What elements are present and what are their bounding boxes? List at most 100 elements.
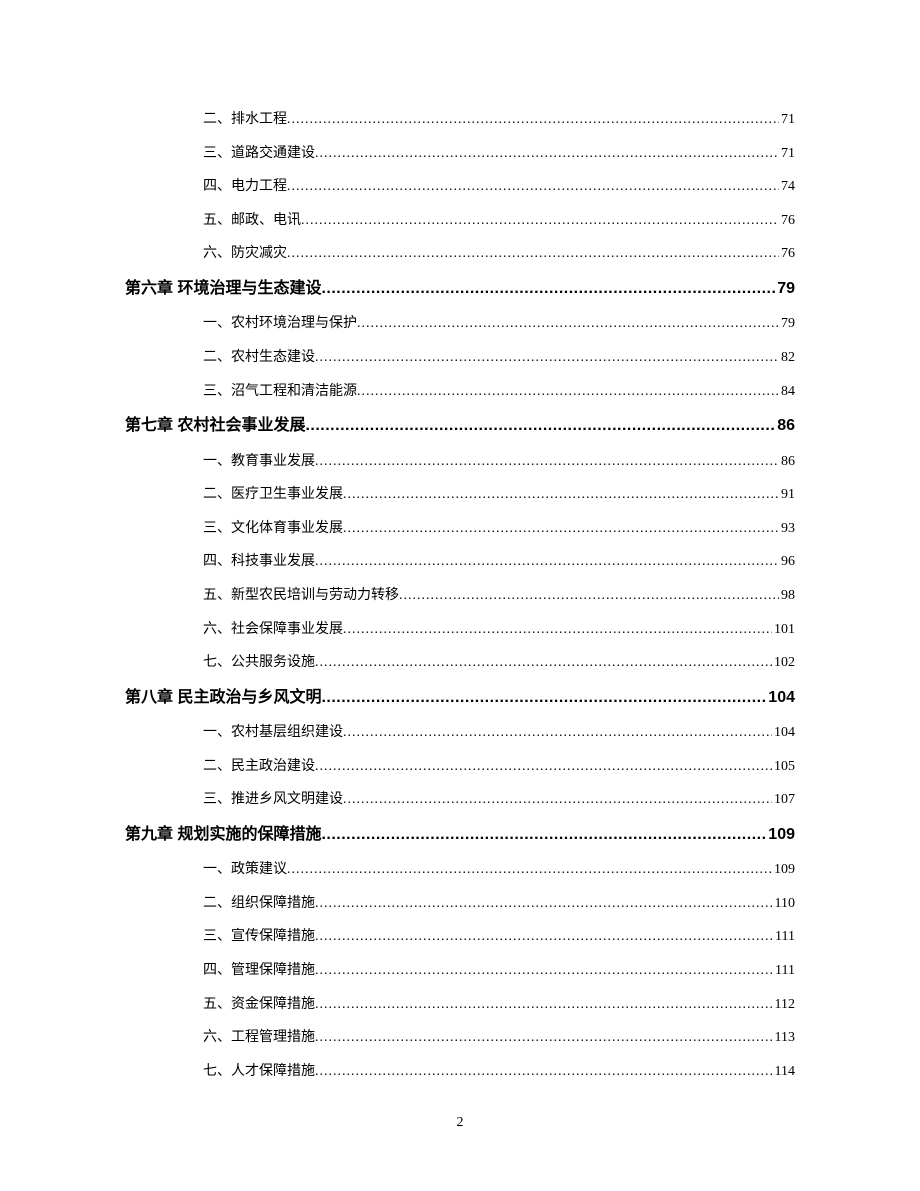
toc-sub-entry: 三、推进乡风文明建设 107 xyxy=(125,790,795,810)
toc-entry-label: 一、教育事业发展 xyxy=(203,452,315,472)
toc-entry-label: 二、组织保障措施 xyxy=(203,894,315,914)
toc-leader-dots xyxy=(315,552,779,572)
toc-entry-label: 六、工程管理措施 xyxy=(203,1028,315,1048)
toc-chapter-entry: 第七章 农村社会事业发展 86 xyxy=(125,415,795,437)
toc-entry-page: 79 xyxy=(775,278,795,300)
toc-sub-entry: 三、道路交通建设 71 xyxy=(125,144,795,164)
toc-entry-page: 111 xyxy=(773,961,795,981)
toc-leader-dots xyxy=(315,894,773,914)
toc-sub-entry: 一、农村环境治理与保护 79 xyxy=(125,314,795,334)
toc-entry-page: 111 xyxy=(773,927,795,947)
toc-entry-page: 71 xyxy=(779,144,795,164)
toc-entry-page: 96 xyxy=(779,552,795,572)
toc-entry-label: 三、宣传保障措施 xyxy=(203,927,315,947)
toc-entry-page: 110 xyxy=(773,894,795,914)
toc-entry-label: 六、社会保障事业发展 xyxy=(203,620,343,640)
toc-entry-page: 76 xyxy=(779,244,795,264)
toc-leader-dots xyxy=(321,278,775,300)
toc-leader-dots xyxy=(399,586,779,606)
toc-chapter-entry: 第六章 环境治理与生态建设 79 xyxy=(125,278,795,300)
toc-sub-entry: 二、医疗卫生事业发展 91 xyxy=(125,485,795,505)
toc-entry-label: 二、排水工程 xyxy=(203,110,287,130)
toc-entry-label: 三、道路交通建设 xyxy=(203,144,315,164)
toc-sub-entry: 四、科技事业发展 96 xyxy=(125,552,795,572)
toc-leader-dots xyxy=(315,961,773,981)
toc-entry-page: 109 xyxy=(772,860,795,880)
toc-entry-page: 113 xyxy=(773,1028,795,1048)
toc-entry-label: 三、文化体育事业发展 xyxy=(203,519,343,539)
toc-sub-entry: 五、新型农民培训与劳动力转移 98 xyxy=(125,586,795,606)
toc-leader-dots xyxy=(343,519,779,539)
toc-entry-page: 71 xyxy=(779,110,795,130)
toc-entry-page: 84 xyxy=(779,382,795,402)
toc-sub-entry: 一、政策建议 109 xyxy=(125,860,795,880)
toc-leader-dots xyxy=(357,382,779,402)
toc-entry-label: 五、新型农民培训与劳动力转移 xyxy=(203,586,399,606)
toc-entry-page: 104 xyxy=(766,687,795,709)
toc-entry-label: 一、政策建议 xyxy=(203,860,287,880)
page-number: 2 xyxy=(0,1115,920,1131)
toc-leader-dots xyxy=(315,1028,773,1048)
toc-sub-entry: 六、防灾减灾 76 xyxy=(125,244,795,264)
toc-entry-label: 七、公共服务设施 xyxy=(203,653,315,673)
toc-entry-label: 三、推进乡风文明建设 xyxy=(203,790,343,810)
toc-sub-entry: 六、社会保障事业发展 101 xyxy=(125,620,795,640)
toc-entry-page: 114 xyxy=(773,1062,795,1082)
toc-entry-page: 76 xyxy=(779,211,795,231)
toc-leader-dots xyxy=(321,687,766,709)
toc-leader-dots xyxy=(315,927,773,947)
toc-sub-entry: 四、管理保障措施 111 xyxy=(125,961,795,981)
toc-entry-label: 第九章 规划实施的保障措施 xyxy=(125,824,321,846)
toc-sub-entry: 二、农村生态建设82 xyxy=(125,348,795,368)
toc-entry-page: 104 xyxy=(772,723,795,743)
toc-sub-entry: 一、农村基层组织建设 104 xyxy=(125,723,795,743)
toc-entry-label: 第六章 环境治理与生态建设 xyxy=(125,278,321,300)
toc-sub-entry: 七、人才保障措施 114 xyxy=(125,1062,795,1082)
toc-sub-entry: 三、沼气工程和清洁能源 84 xyxy=(125,382,795,402)
toc-leader-dots xyxy=(315,452,779,472)
toc-entry-label: 一、农村环境治理与保护 xyxy=(203,314,357,334)
toc-entry-page: 82 xyxy=(779,348,795,368)
toc-sub-entry: 二、组织保障措施 110 xyxy=(125,894,795,914)
toc-entry-label: 二、医疗卫生事业发展 xyxy=(203,485,343,505)
table-of-contents: 二、排水工程71三、道路交通建设71四、电力工程74五、邮政、电讯76六、防灾减… xyxy=(125,110,795,1081)
toc-chapter-entry: 第九章 规划实施的保障措施 109 xyxy=(125,824,795,846)
toc-leader-dots xyxy=(357,314,779,334)
toc-leader-dots xyxy=(315,348,779,368)
toc-entry-label: 三、沼气工程和清洁能源 xyxy=(203,382,357,402)
toc-entry-page: 101 xyxy=(772,620,795,640)
toc-entry-label: 四、管理保障措施 xyxy=(203,961,315,981)
toc-entry-page: 91 xyxy=(779,485,795,505)
toc-sub-entry: 三、宣传保障措施 111 xyxy=(125,927,795,947)
toc-leader-dots xyxy=(287,244,779,264)
toc-entry-label: 第八章 民主政治与乡风文明 xyxy=(125,687,321,709)
toc-entry-page: 86 xyxy=(775,415,795,437)
toc-leader-dots xyxy=(315,995,773,1015)
toc-leader-dots xyxy=(301,211,779,231)
toc-leader-dots xyxy=(305,415,775,437)
toc-entry-page: 93 xyxy=(779,519,795,539)
toc-entry-page: 109 xyxy=(766,824,795,846)
toc-entry-label: 七、人才保障措施 xyxy=(203,1062,315,1082)
toc-sub-entry: 一、教育事业发展 86 xyxy=(125,452,795,472)
toc-leader-dots xyxy=(343,723,772,743)
toc-leader-dots xyxy=(315,1062,773,1082)
toc-leader-dots xyxy=(343,790,772,810)
toc-leader-dots xyxy=(287,860,772,880)
toc-entry-page: 107 xyxy=(772,790,795,810)
toc-leader-dots xyxy=(315,653,772,673)
toc-sub-entry: 三、文化体育事业发展 93 xyxy=(125,519,795,539)
toc-leader-dots xyxy=(287,110,779,130)
toc-entry-label: 四、科技事业发展 xyxy=(203,552,315,572)
toc-entry-page: 105 xyxy=(772,757,795,777)
toc-entry-label: 一、农村基层组织建设 xyxy=(203,723,343,743)
toc-entry-label: 六、防灾减灾 xyxy=(203,244,287,264)
toc-entry-page: 79 xyxy=(779,314,795,334)
toc-entry-page: 86 xyxy=(779,452,795,472)
toc-entry-label: 第七章 农村社会事业发展 xyxy=(125,415,305,437)
toc-entry-page: 98 xyxy=(779,586,795,606)
toc-sub-entry: 四、电力工程74 xyxy=(125,177,795,197)
toc-entry-label: 五、邮政、电讯 xyxy=(203,211,301,231)
toc-entry-label: 二、民主政治建设 xyxy=(203,757,315,777)
toc-leader-dots xyxy=(343,485,779,505)
